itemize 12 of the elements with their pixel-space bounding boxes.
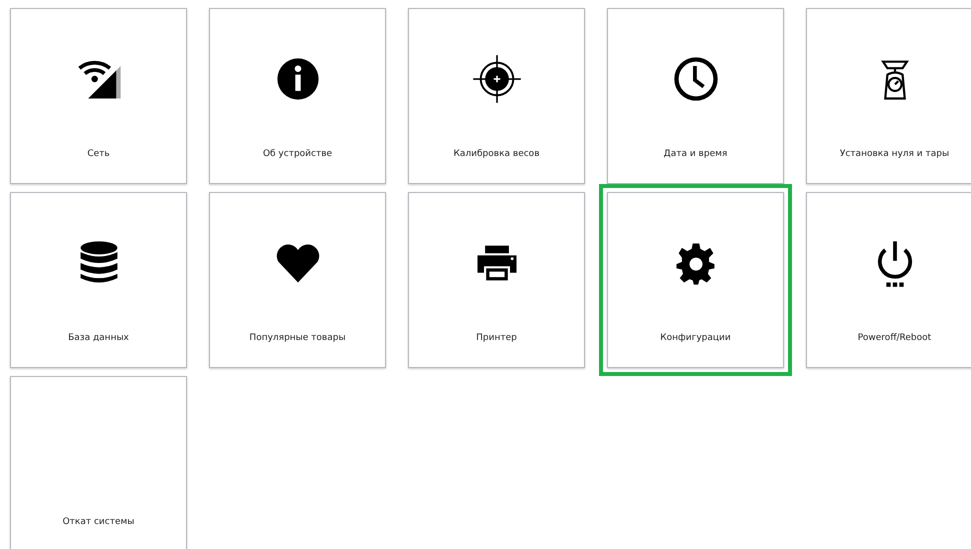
settings-tile[interactable]: Калибровка весов	[408, 8, 585, 184]
settings-tile[interactable]: Сеть	[10, 8, 187, 184]
settings-tile[interactable]: Дата и время	[607, 8, 784, 184]
settings-tile[interactable]: Об устройстве	[209, 8, 386, 184]
settings-tile[interactable]: База данных	[10, 192, 187, 368]
settings-tile[interactable]: Откат системы	[10, 376, 187, 549]
crosshair-icon	[470, 53, 522, 105]
settings-tile[interactable]: Poweroff/Reboot	[806, 192, 971, 368]
settings-tile[interactable]: Конфигурации	[607, 192, 784, 368]
settings-tile[interactable]: Принтер	[408, 192, 585, 368]
settings-tile[interactable]: Установка нуля и тары	[806, 8, 971, 184]
settings-tile[interactable]: Популярные товары	[209, 192, 386, 368]
